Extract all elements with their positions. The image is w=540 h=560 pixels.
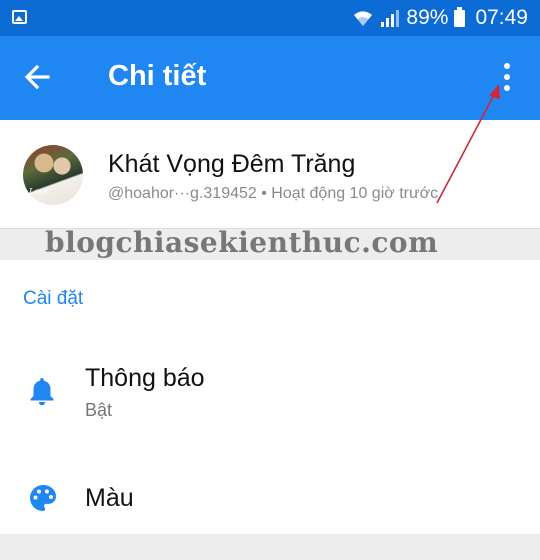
more-vert-icon — [504, 63, 510, 69]
profile-status: @hoahor···g.319452 • Hoạt động 10 giờ tr… — [108, 185, 439, 202]
battery-percent: 89% — [406, 6, 449, 29]
status-indicators: 89% 07:49 — [352, 5, 528, 31]
color-setting[interactable]: Màu — [0, 470, 540, 560]
battery-icon — [454, 6, 466, 27]
profile-name: Khát Vọng Đêm Trăng — [108, 150, 356, 178]
settings-section: Cài đặt Thông báo Bật Màu — [0, 260, 540, 534]
palette-icon — [30, 485, 56, 511]
signal-icon — [381, 10, 400, 27]
watermark: blogchiasekienthuc.com — [45, 226, 439, 259]
arrow-left-icon — [24, 64, 50, 90]
avatar-caption: Love — [29, 187, 49, 196]
status-bar: 89% 07:49 — [0, 0, 540, 36]
more-options-button[interactable] — [486, 54, 528, 100]
bell-icon — [30, 378, 54, 406]
section-label-settings: Cài đặt — [23, 288, 84, 309]
page-title: Chi tiết — [108, 60, 207, 92]
app-bar: Chi tiết — [0, 36, 540, 120]
back-button[interactable] — [14, 54, 60, 100]
notifications-setting[interactable]: Thông báo Bật — [0, 356, 540, 446]
notifications-value: Bật — [85, 400, 113, 420]
profile-header[interactable]: Love Khát Vọng Đêm Trăng @hoahor···g.319… — [0, 120, 540, 229]
gallery-notification-icon — [12, 10, 27, 24]
notifications-label: Thông báo — [85, 364, 205, 392]
avatar[interactable]: Love — [23, 145, 83, 205]
clock: 07:49 — [475, 6, 528, 29]
color-label: Màu — [85, 484, 134, 512]
wifi-icon — [354, 11, 373, 26]
